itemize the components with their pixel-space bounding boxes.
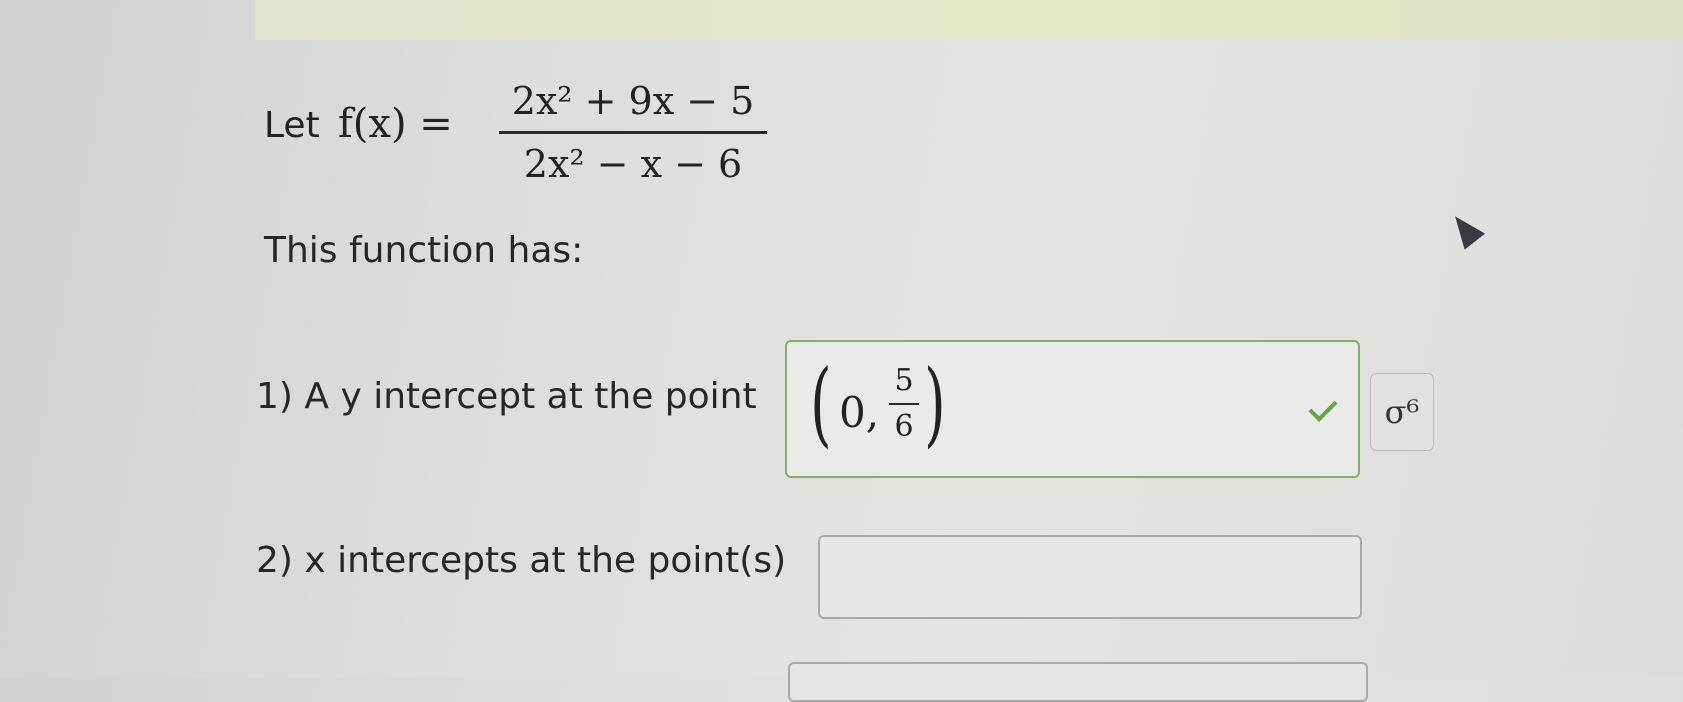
next-answer-field[interactable]: [788, 662, 1368, 702]
numerator: 2x² + 9x − 5: [511, 79, 755, 123]
x-intercepts-answer-field[interactable]: [818, 535, 1362, 619]
fraction-bar: [499, 131, 767, 134]
mouse-cursor-icon: [1444, 208, 1486, 250]
top-header-strip: [255, 0, 1683, 40]
function-fraction: 2x² + 9x − 5 2x² − x − 6: [499, 75, 767, 190]
answer-y-numerator: 5: [894, 363, 914, 398]
answer-x-value: 0,: [839, 388, 880, 437]
let-label: Let: [264, 105, 320, 146]
answer-y-fraction: 5 6: [889, 362, 919, 446]
answer-fraction-bar: [889, 403, 919, 405]
answer-y-denominator: 6: [894, 409, 914, 444]
keypad-label: σ⁶: [1384, 393, 1420, 431]
function-lhs: f(x) =: [338, 101, 453, 147]
open-paren: (: [810, 350, 832, 457]
y-intercept-answer-field[interactable]: ( 0, 5 6 ): [785, 340, 1360, 478]
intro-text: This function has:: [264, 230, 584, 271]
checkmark-icon: [1308, 396, 1334, 422]
question-1-label: 1) A y intercept at the point: [256, 376, 757, 417]
denominator: 2x² − x − 6: [523, 142, 743, 186]
math-keypad-button[interactable]: σ⁶: [1370, 373, 1434, 451]
close-paren: ): [924, 350, 946, 457]
question-2-label: 2) x intercepts at the point(s): [256, 540, 787, 581]
